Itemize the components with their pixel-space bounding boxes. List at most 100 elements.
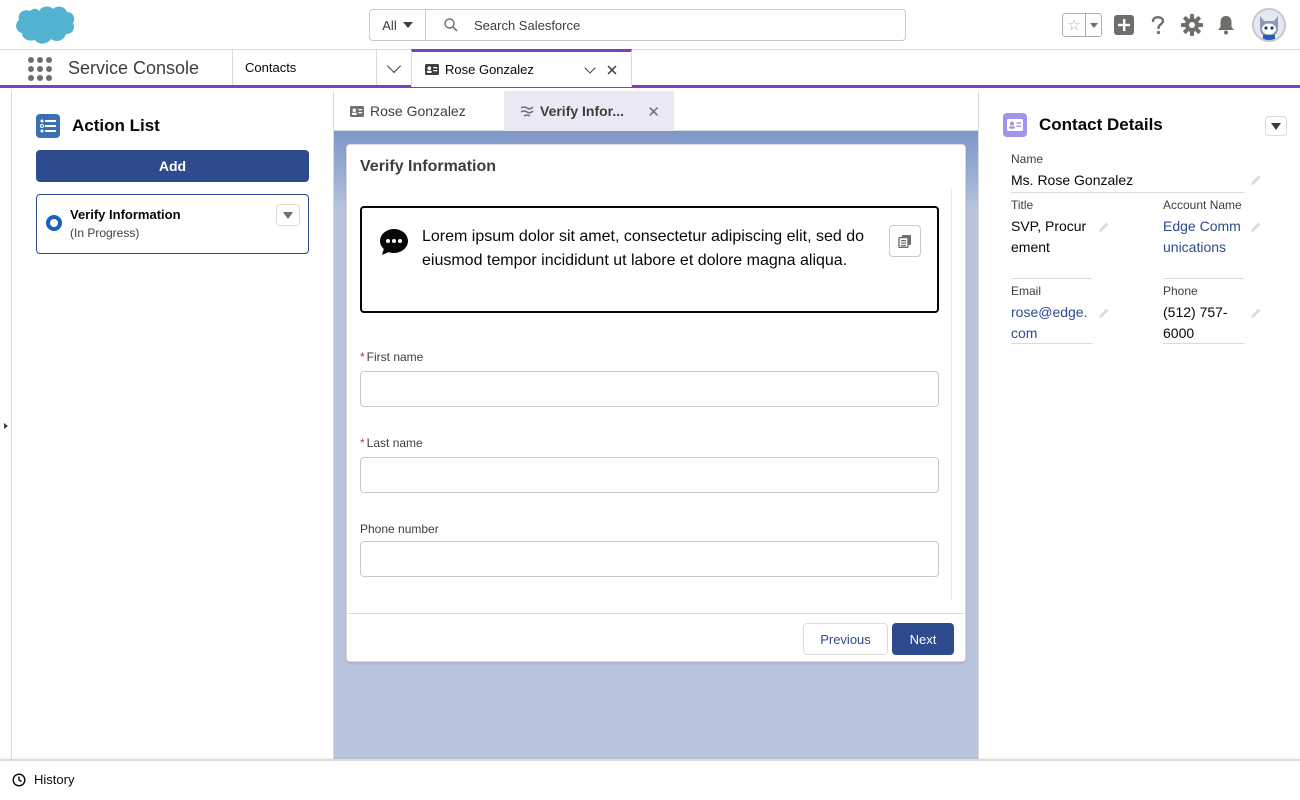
field-phone: Phone (512) 757-6000 — [1163, 284, 1243, 344]
close-icon[interactable]: ✕ — [647, 103, 660, 121]
workspace-tab-label: Rose Gonzalez — [445, 62, 534, 77]
contact-details-title: Contact Details — [1039, 115, 1163, 134]
divider — [1011, 278, 1092, 279]
previous-button[interactable]: Previous — [803, 623, 888, 655]
pencil-icon[interactable] — [1250, 221, 1262, 233]
caret-down-icon — [1089, 22, 1098, 28]
caret-down-icon — [283, 211, 293, 219]
app-name: Service Console — [68, 58, 200, 78]
contact-card-icon — [350, 105, 364, 117]
copy-icon[interactable] — [889, 225, 921, 257]
phone-number-label: Phone number — [360, 522, 439, 536]
contact-details-panel: Contact Details Name Ms. Rose Gonzalez T… — [978, 91, 1300, 759]
last-name-label: * Last name — [360, 436, 423, 450]
flow-message: Lorem ipsum dolor sit amet, consectetur … — [360, 206, 939, 313]
tab-options-button[interactable] — [581, 61, 599, 79]
favorites-group: ☆ — [1062, 13, 1102, 37]
utility-history[interactable]: History — [12, 772, 74, 787]
workspace-tab-rose-gonzalez[interactable]: Rose Gonzalez — [411, 49, 632, 87]
app-launcher-icon[interactable] — [28, 57, 52, 81]
account-name-link[interactable]: Edge Communications — [1163, 216, 1245, 258]
search-input[interactable] — [474, 17, 874, 33]
help-icon[interactable] — [1146, 13, 1170, 37]
action-list-title: Action List — [72, 116, 160, 135]
flow-footer: Previous Next — [347, 613, 965, 661]
name-label: Name — [1011, 152, 1044, 166]
star-icon[interactable]: ☆ — [1063, 14, 1085, 36]
workspace-main: Rose Gonzalez Verify Infor... ✕ Verify I… — [334, 91, 978, 759]
caret-down-icon — [1271, 122, 1281, 130]
left-panel-collapse-handle[interactable] — [0, 91, 12, 759]
required-marker: * — [360, 350, 365, 364]
expand-arrow-icon — [4, 423, 8, 429]
field-name: Name Ms. Rose Gonzalez — [1011, 152, 1244, 191]
scrollbar[interactable] — [951, 189, 963, 601]
caret-down-icon — [402, 22, 413, 28]
nav-tab-contacts[interactable]: Contacts — [232, 50, 376, 85]
console-nav-bar: Service Console Contacts Rose Gonzalez — [0, 49, 1300, 88]
required-marker: * — [360, 436, 365, 450]
search-icon — [444, 18, 458, 32]
nav-tab-menu-button[interactable] — [376, 50, 411, 85]
field-title: Title SVP, Procurement — [1011, 198, 1091, 258]
phone-number-input[interactable] — [360, 541, 939, 577]
field-account-name: Account Name Edge Communications — [1163, 198, 1245, 258]
pencil-icon[interactable] — [1250, 307, 1262, 319]
phone-label: Phone — [1163, 284, 1198, 298]
global-header: All ☆ — [0, 0, 1300, 50]
subtab-rose-gonzalez[interactable]: Rose Gonzalez — [350, 91, 502, 131]
pencil-icon[interactable] — [1250, 174, 1262, 186]
user-avatar[interactable] — [1252, 8, 1286, 42]
gear-icon[interactable] — [1180, 13, 1204, 37]
favorites-menu-button[interactable] — [1085, 14, 1101, 36]
action-item-menu-button[interactable] — [276, 204, 300, 226]
history-icon — [12, 772, 26, 787]
action-list-item[interactable]: Verify Information (In Progress) — [36, 194, 309, 254]
email-link[interactable]: rose@edge.com — [1011, 302, 1091, 344]
name-value: Ms. Rose Gonzalez — [1011, 172, 1134, 188]
global-search: All — [369, 9, 906, 41]
action-item-status: (In Progress) — [70, 226, 140, 240]
title-value: SVP, Procurement — [1011, 218, 1087, 255]
add-button[interactable]: Add — [36, 150, 309, 182]
pencil-icon[interactable] — [1098, 307, 1110, 319]
flow-icon — [520, 106, 534, 117]
chat-icon — [380, 229, 408, 255]
first-name-label: * First name — [360, 350, 423, 364]
subtab-verify-information[interactable]: Verify Infor... ✕ — [504, 91, 674, 131]
action-list-header: Action List — [36, 114, 160, 138]
history-label: History — [34, 772, 75, 787]
pencil-icon[interactable] — [1098, 221, 1110, 233]
salesforce-logo[interactable] — [14, 4, 76, 46]
action-item-title: Verify Information — [70, 207, 181, 222]
field-label-text: First name — [366, 350, 424, 364]
contact-card-icon — [1003, 113, 1027, 137]
bell-icon[interactable] — [1214, 13, 1238, 37]
divider — [1011, 192, 1244, 193]
last-name-input[interactable] — [360, 457, 939, 493]
utility-bar: History — [0, 759, 1300, 800]
search-field — [426, 10, 905, 40]
divider — [1163, 343, 1244, 344]
contact-details-menu-button[interactable] — [1265, 116, 1287, 136]
contact-card-icon — [425, 64, 439, 75]
phone-value: (512) 757-6000 — [1163, 304, 1228, 341]
account-name-label: Account Name — [1163, 198, 1242, 212]
close-icon[interactable] — [603, 61, 621, 79]
nav-tab-label: Contacts — [245, 60, 297, 75]
chevron-down-icon — [386, 58, 402, 73]
subtab-label: Verify Infor... — [540, 103, 625, 119]
flow-message-text: Lorem ipsum dolor sit amet, consectetur … — [422, 228, 864, 269]
subtab-bar: Rose Gonzalez Verify Infor... ✕ — [334, 91, 978, 131]
divider — [1011, 343, 1092, 344]
next-button[interactable]: Next — [892, 623, 954, 655]
search-scope-dropdown[interactable]: All — [370, 10, 426, 40]
contact-details-header: Contact Details — [1003, 113, 1163, 137]
header-tools: ☆ — [1062, 8, 1286, 42]
email-label: Email — [1011, 284, 1042, 298]
in-progress-status-icon — [46, 215, 62, 231]
plus-icon[interactable] — [1112, 13, 1136, 37]
first-name-input[interactable] — [360, 371, 939, 407]
field-label-text: Last name — [366, 436, 423, 450]
flow-title: Verify Information — [360, 158, 497, 175]
